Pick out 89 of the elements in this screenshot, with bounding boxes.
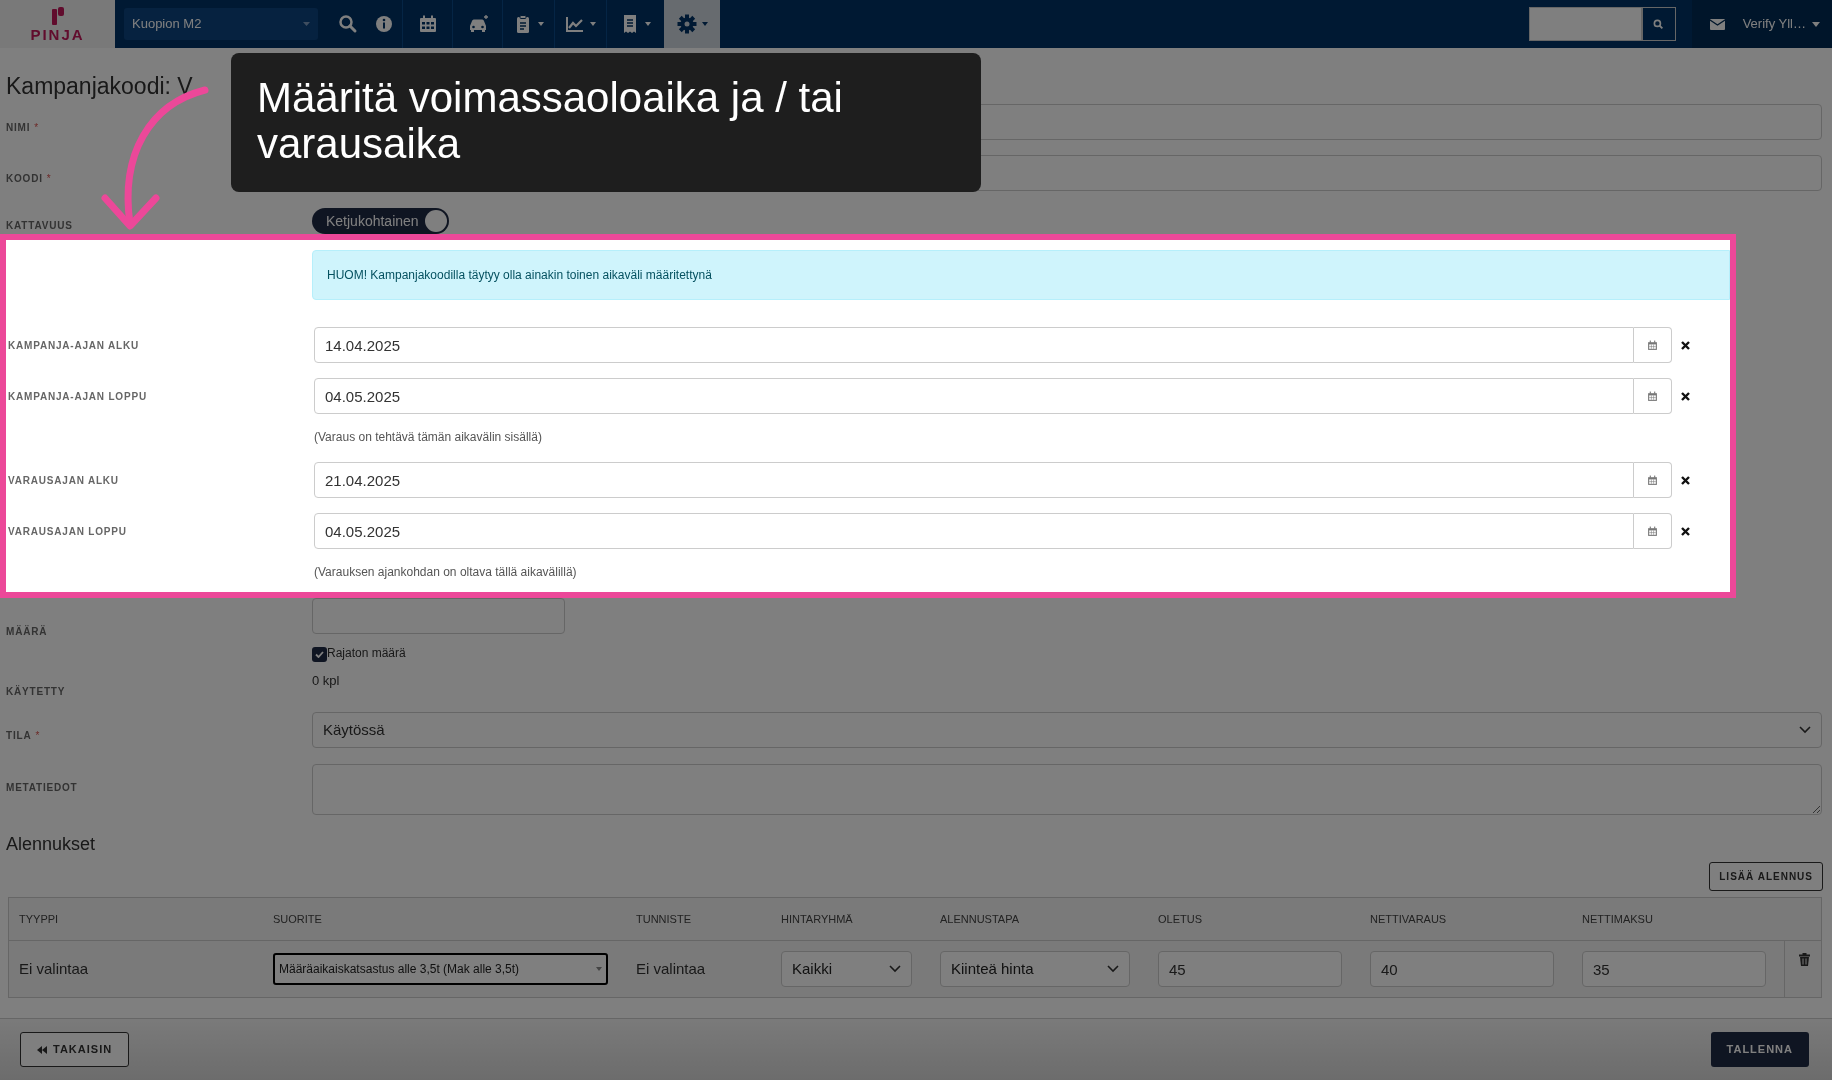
search-icon [1653, 18, 1665, 30]
field-label: METATIEDOT [6, 782, 78, 793]
field-label: MÄÄRÄ [6, 626, 48, 637]
location-value: Kuopion M2 [132, 15, 202, 34]
alert-text: HUOM! Kampanjakoodilla täytyy olla ainakin toinen aikaväli määritettynä [327, 267, 712, 284]
caret-icon [303, 22, 310, 26]
field-label: TILA [6, 730, 32, 741]
date-field[interactable]: 14.04.2025 [314, 327, 1634, 363]
settings-icon [676, 14, 697, 34]
user-name: Verify Yll… [1742, 15, 1806, 34]
column-header: NETTIMAKSU [1581, 911, 1654, 927]
logo-mark-icon [50, 6, 65, 25]
price-field[interactable]: 35 [1582, 951, 1766, 987]
location-select[interactable]: Kuopion M2 [124, 8, 318, 40]
chevron-down-icon [1799, 726, 1811, 734]
car-icon [467, 14, 488, 34]
date-field[interactable]: 04.05.2025 [314, 513, 1634, 549]
calendar-icon [1647, 339, 1658, 351]
clear-icon[interactable] [1680, 475, 1690, 485]
caret-icon [701, 22, 708, 26]
select-field[interactable]: Kiinteä hinta [940, 951, 1130, 987]
logo-text: PINJA [30, 26, 85, 42]
field-label: KAMPANJA-AJAN LOPPU [8, 391, 147, 402]
logo[interactable]: PINJA [0, 0, 115, 48]
chevron-down-icon [1107, 965, 1119, 973]
page-title: Kampanjakoodi: V [6, 75, 193, 98]
calendar-icon [1647, 474, 1658, 486]
hint-text: (Varauksen ajankohdan on oltava tällä aikavälillä) [314, 564, 577, 581]
column-header: TYYPPI [18, 911, 60, 927]
calendar-icon [1647, 390, 1658, 402]
hint-text: (Varaus on tehtävä tämän aikavälin sisällä) [314, 429, 542, 446]
caret-icon [590, 22, 596, 26]
save-button[interactable]: TALLENNA [1710, 1032, 1809, 1067]
column-header: OLETUS [1157, 911, 1203, 927]
field-label: KAMPANJA-AJAN ALKU [8, 340, 140, 351]
used-count: 0 kpl [312, 672, 340, 690]
calendar-icon [1647, 525, 1658, 537]
search-button[interactable] [1641, 7, 1676, 41]
calendar-icon [417, 14, 438, 34]
line-chart-icon [565, 14, 585, 34]
caret-icon [538, 22, 544, 26]
double-left-icon [37, 1045, 47, 1054]
column-header: ALENNUSTAPA [939, 911, 1021, 927]
search-field[interactable] [1528, 7, 1642, 41]
calendar-button[interactable] [1634, 462, 1672, 498]
back-button[interactable]: TAKAISIN [20, 1032, 130, 1067]
nav-button[interactable] [664, 0, 720, 48]
required-marker: * [35, 730, 40, 741]
field-label: VARAUSAJAN LOPPU [8, 526, 127, 537]
column-header: NETTIVARAUS [1369, 911, 1448, 927]
field-label: KOODI [6, 173, 43, 184]
coverage-toggle[interactable]: Ketjukohtainen [312, 208, 449, 234]
caret-icon [1812, 21, 1820, 27]
metadata-field[interactable] [312, 764, 1822, 815]
field-label: KATTAVUUS [6, 220, 73, 231]
price-field[interactable]: 45 [1158, 951, 1342, 987]
caret-icon [596, 967, 602, 971]
calendar-button[interactable] [1634, 327, 1672, 363]
calendar-button[interactable] [1634, 378, 1672, 414]
trash-icon[interactable] [1798, 953, 1810, 966]
table-cell: Ei valintaa [636, 960, 706, 977]
date-field[interactable]: 21.04.2025 [314, 462, 1634, 498]
section-title: Alennukset [6, 832, 96, 856]
service-select[interactable]: Määräaikaiskatsastus alle 3,5t (Mak alle 3,5t) [273, 953, 608, 985]
column-header: HINTARYHMÄ [780, 911, 854, 927]
required-marker: * [34, 122, 39, 133]
tooltip-text: Määritä voimassaoloaika ja / tai varausaika [257, 75, 844, 167]
column-header: SUORITE [272, 911, 323, 927]
date-field[interactable]: 04.05.2025 [314, 378, 1634, 414]
select-field[interactable]: Kaikki [781, 951, 912, 987]
field-label: VARAUSAJAN ALKU [8, 475, 119, 486]
search-icon [338, 14, 358, 34]
calendar-button[interactable] [1634, 513, 1672, 549]
add-discount-button[interactable]: LISÄÄ ALENNUS [1709, 862, 1823, 891]
clear-icon[interactable] [1680, 391, 1690, 401]
caret-icon [645, 22, 651, 26]
info-icon [374, 14, 394, 34]
column-header: TUNNISTE [635, 911, 692, 927]
clear-icon[interactable] [1680, 526, 1690, 536]
required-marker: * [46, 173, 51, 184]
field-label: KÄYTETTY [6, 686, 66, 697]
clear-icon[interactable] [1680, 340, 1690, 350]
check-icon [315, 651, 324, 658]
table-cell: Ei valintaa [19, 960, 89, 977]
chevron-down-icon [889, 965, 901, 973]
mail-icon[interactable] [1709, 18, 1725, 30]
price-field[interactable]: 40 [1370, 951, 1554, 987]
field-label: NIMI [6, 122, 31, 133]
status-select[interactable]: Käytössä [312, 712, 1822, 748]
